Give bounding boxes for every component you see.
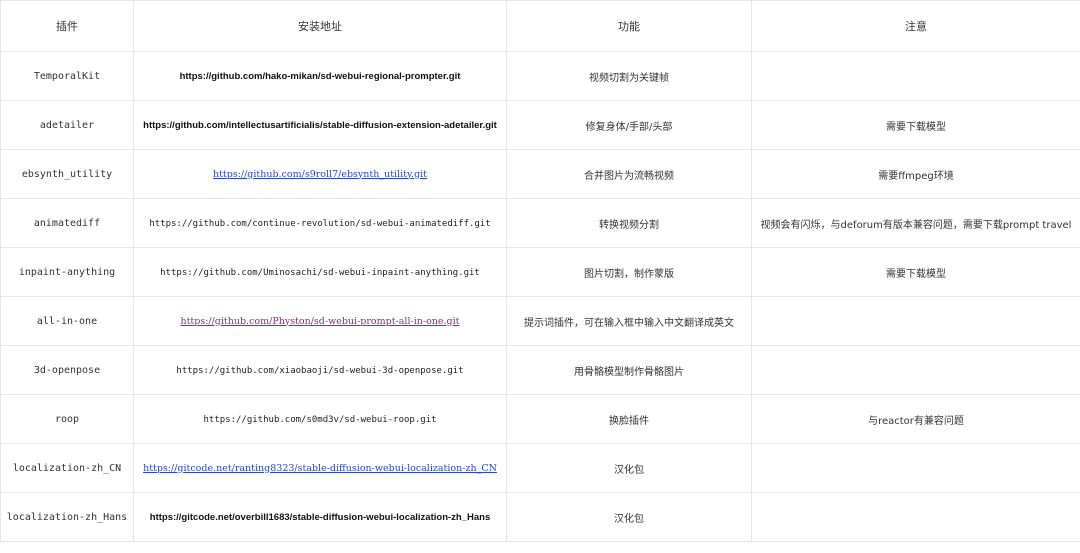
plugin-name-cell: animatediff xyxy=(0,198,134,248)
table-row: all-in-one https://github.com/Physton/sd-… xyxy=(0,296,1080,346)
note-cell xyxy=(751,492,1080,542)
plugin-name-cell: localization-zh_CN xyxy=(0,443,134,493)
note-cell xyxy=(751,296,1080,346)
function-cell: 视频切割为关键帧 xyxy=(506,51,752,101)
function-cell: 用骨骼模型制作骨骼图片 xyxy=(506,345,752,395)
table-row: inpaint-anything https://github.com/Umino… xyxy=(0,247,1080,297)
install-url-cell: https://gitcode.net/overbill1683/stable-… xyxy=(133,492,507,542)
note-cell xyxy=(751,345,1080,395)
header-note: 注意 xyxy=(751,0,1080,52)
table-row: TemporalKit https://github.com/hako-mikan… xyxy=(0,51,1080,101)
plugin-name-cell: ebsynth_utility xyxy=(0,149,134,199)
install-url-cell: https://github.com/Physton/sd-webui-prom… xyxy=(133,296,507,346)
install-url-cell: https://gitcode.net/ranting8323/stable-d… xyxy=(133,443,507,493)
table-row: localization-zh_Hans https://gitcode.net/… xyxy=(0,492,1080,542)
install-url-link[interactable]: https://gitcode.net/ranting8323/stable-d… xyxy=(143,463,497,474)
table-body: TemporalKit https://github.com/hako-mikan… xyxy=(0,51,1080,542)
table-row: animatediff https://github.com/continue-r… xyxy=(0,198,1080,248)
install-url-cell: https://github.com/xiaobaoji/sd-webui-3d… xyxy=(133,345,507,395)
table-row: ebsynth_utility https://github.com/s9roll… xyxy=(0,149,1080,199)
note-cell: 与reactor有兼容问题 xyxy=(751,394,1080,444)
header-install-url: 安装地址 xyxy=(133,0,507,52)
table-row: localization-zh_CN https://gitcode.net/ra… xyxy=(0,443,1080,493)
plugin-name-cell: inpaint-anything xyxy=(0,247,134,297)
plugin-name-cell: adetailer xyxy=(0,100,134,150)
install-url-cell: https://github.com/Uminosachi/sd-webui-i… xyxy=(133,247,507,297)
note-cell xyxy=(751,51,1080,101)
table-header-row: 插件 安装地址 功能 注意 xyxy=(0,0,1080,52)
note-cell: 需要下载模型 xyxy=(751,100,1080,150)
function-cell: 提示词插件，可在输入框中输入中文翻译成英文 xyxy=(506,296,752,346)
note-cell: 需要ffmpeg环境 xyxy=(751,149,1080,199)
note-cell xyxy=(751,443,1080,493)
install-url-cell: https://github.com/hako-mikan/sd-webui-r… xyxy=(133,51,507,101)
header-function: 功能 xyxy=(506,0,752,52)
note-cell: 需要下载模型 xyxy=(751,247,1080,297)
install-url-cell: https://github.com/s0md3v/sd-webui-roop.… xyxy=(133,394,507,444)
table-row: roop https://github.com/s0md3v/sd-webui-r… xyxy=(0,394,1080,444)
table-row: 3d-openpose https://github.com/xiaobaoji/… xyxy=(0,345,1080,395)
header-plugin: 插件 xyxy=(0,0,134,52)
note-cell: 视频会有闪烁，与deforum有版本兼容问题，需要下载prompt travel xyxy=(751,198,1080,248)
function-cell: 图片切割，制作蒙版 xyxy=(506,247,752,297)
install-url-text: https://github.com/intellectusartificial… xyxy=(143,119,497,131)
install-url-text: https://github.com/continue-revolution/s… xyxy=(149,218,491,229)
function-cell: 转换视频分割 xyxy=(506,198,752,248)
plugins-table: 插件 安装地址 功能 注意 TemporalKit https://github.… xyxy=(0,0,1080,542)
install-url-text: https://github.com/Uminosachi/sd-webui-i… xyxy=(160,267,480,278)
install-url-link[interactable]: https://github.com/s9roll7/ebsynth_utili… xyxy=(213,169,427,180)
install-url-text: https://gitcode.net/overbill1683/stable-… xyxy=(149,511,491,523)
table-row: adetailer https://github.com/intellectusa… xyxy=(0,100,1080,150)
plugin-name-cell: all-in-one xyxy=(0,296,134,346)
plugin-name-cell: roop xyxy=(0,394,134,444)
function-cell: 修复身体/手部/头部 xyxy=(506,100,752,150)
function-cell: 合并图片为流畅视频 xyxy=(506,149,752,199)
plugin-name-cell: TemporalKit xyxy=(0,51,134,101)
install-url-text: https://github.com/xiaobaoji/sd-webui-3d… xyxy=(176,365,464,376)
install-url-link-visited[interactable]: https://github.com/Physton/sd-webui-prom… xyxy=(180,316,459,327)
install-url-cell: https://github.com/continue-revolution/s… xyxy=(133,198,507,248)
install-url-cell: https://github.com/s9roll7/ebsynth_utili… xyxy=(133,149,507,199)
plugin-name-cell: localization-zh_Hans xyxy=(0,492,134,542)
function-cell: 汉化包 xyxy=(506,492,752,542)
install-url-text: https://github.com/s0md3v/sd-webui-roop.… xyxy=(203,414,437,425)
function-cell: 换脸插件 xyxy=(506,394,752,444)
install-url-cell: https://github.com/intellectusartificial… xyxy=(133,100,507,150)
install-url-text: https://github.com/hako-mikan/sd-webui-r… xyxy=(179,70,461,82)
function-cell: 汉化包 xyxy=(506,443,752,493)
plugin-name-cell: 3d-openpose xyxy=(0,345,134,395)
